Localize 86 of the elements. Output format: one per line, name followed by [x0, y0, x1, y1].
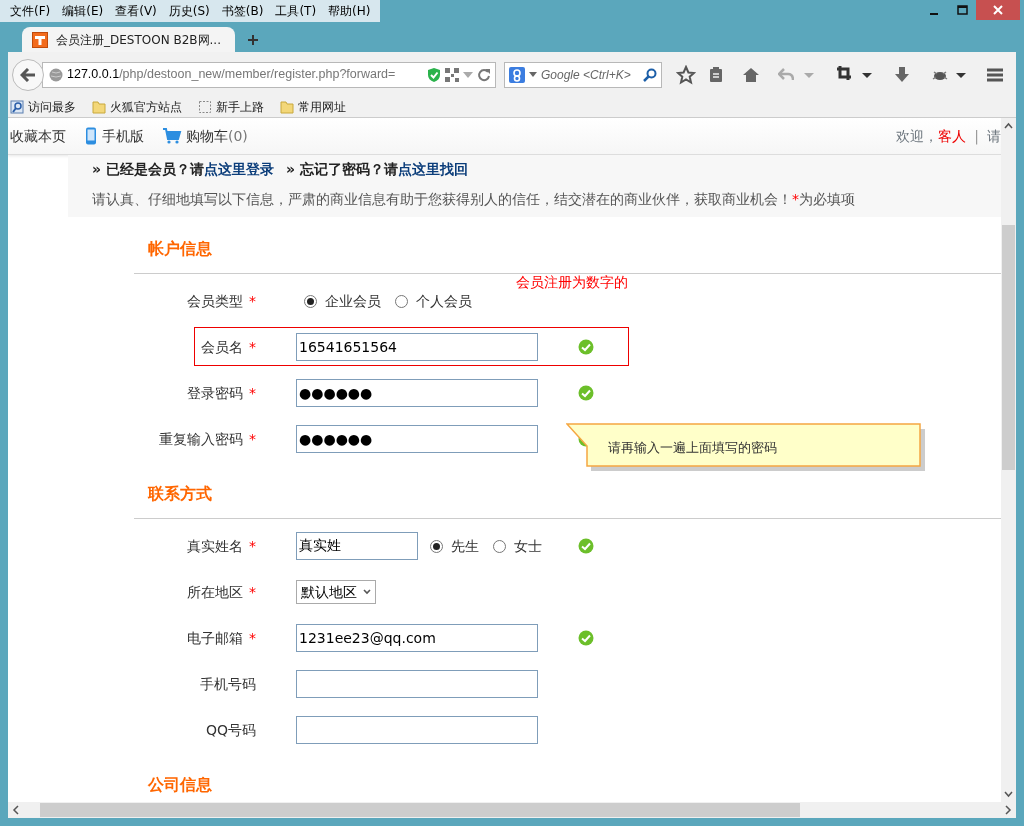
search-placeholder: Google <Ctrl+K> — [541, 66, 632, 84]
section-title: 联系方式 — [134, 472, 1001, 519]
prompt-link[interactable]: 点这里找回 — [397, 161, 468, 177]
site-favicon — [32, 31, 48, 48]
smart-folder-icon — [10, 100, 24, 114]
separator: | — [974, 126, 979, 147]
region-select[interactable]: 默认地区 — [296, 580, 376, 604]
notice-text: 请认真、仔细地填写以下信息，严肃的商业信息有助于您获得别人的信任，结交潜在的商业伙伴，获取商业机会！*为必填项 — [92, 190, 856, 209]
field-label: 电子邮箱 * — [186, 628, 257, 648]
radio-option[interactable]: 女士 — [493, 535, 542, 557]
menu-item[interactable]: 文件(F) — [4, 0, 57, 22]
field-label: 会员名 * — [200, 337, 257, 357]
username-link[interactable]: 客人 — [938, 125, 967, 147]
address-bar[interactable]: 127.0.0.1/php/destoon_new/member/register.php?forward= — [42, 61, 496, 88]
page-icon — [198, 100, 212, 114]
field-label: 真实姓名 * — [186, 536, 257, 556]
scroll-thumb[interactable] — [1002, 225, 1015, 470]
close-button[interactable] — [976, 0, 1020, 20]
back-button[interactable] — [12, 58, 44, 91]
field-label: 手机号码 — [199, 674, 257, 694]
dropdown-icon[interactable] — [529, 71, 537, 78]
bookmark[interactable]: 新手上路 — [198, 98, 264, 116]
search-field[interactable]: Google <Ctrl+K> — [504, 61, 662, 88]
field-label: 重复输入密码 * — [158, 429, 257, 449]
radio-option[interactable]: 企业会员 — [304, 290, 381, 312]
menu-item[interactable]: 编辑(E) — [56, 0, 110, 22]
input-field[interactable]: 1231ee23@qq.com — [296, 624, 538, 652]
radio-button[interactable] — [395, 294, 408, 308]
input-field[interactable]: ●●●●●● — [296, 379, 538, 407]
welcome-text: 欢迎， — [896, 126, 939, 146]
input-field[interactable]: 16541651564 — [296, 333, 538, 361]
vertical-scrollbar[interactable] — [1001, 118, 1016, 802]
annotation-text: 会员注册为数字的 — [516, 273, 628, 292]
login-prompt: » 已经是会员？请点这里登录 — [92, 160, 274, 179]
menu-item[interactable]: 历史(S) — [162, 0, 216, 22]
top-link[interactable]: 手机版 — [84, 125, 144, 147]
menu-item[interactable]: 工具(T) — [269, 0, 323, 22]
top-link[interactable]: 请 — [987, 125, 1001, 147]
minimize-icon — [930, 13, 938, 15]
field-label: 所在地区 * — [186, 582, 257, 602]
close-icon — [993, 5, 1003, 15]
scroll-thumb[interactable] — [40, 803, 800, 817]
phone-icon — [84, 127, 98, 145]
maximize-icon — [956, 5, 968, 15]
top-link[interactable]: 购物车(0) — [162, 125, 248, 147]
radio-button[interactable] — [493, 539, 506, 553]
folder-icon — [92, 100, 106, 114]
radio-option[interactable]: 先生 — [430, 535, 479, 557]
folder-icon — [280, 100, 294, 114]
clipboard-icon[interactable] — [708, 64, 724, 85]
prompt-link[interactable]: 点这里登录 — [203, 161, 274, 177]
search-icon[interactable] — [643, 67, 657, 82]
bookmark[interactable]: 常用网址 — [280, 98, 346, 116]
menu-item[interactable]: 帮助(H) — [322, 0, 377, 22]
login-prompt: » 忘记了密码？请点这里找回 — [285, 160, 468, 179]
bookmark[interactable]: 火狐官方站点 — [92, 98, 182, 116]
globe-icon — [49, 67, 63, 82]
input-field[interactable]: ●●●●●● — [296, 425, 538, 453]
horizontal-scrollbar[interactable] — [8, 802, 1016, 818]
radio-option[interactable]: 个人会员 — [395, 290, 472, 312]
field-label: 会员类型 * — [186, 291, 257, 311]
input-field[interactable] — [296, 670, 538, 698]
chevron-down-icon — [363, 589, 371, 595]
qr-code-icon — [445, 67, 459, 82]
input-field[interactable] — [296, 716, 538, 744]
radio-button[interactable] — [304, 294, 317, 308]
cart-icon — [162, 127, 182, 145]
top-link[interactable]: 收藏本页 — [10, 125, 66, 147]
input-field[interactable]: 真实姓 — [296, 532, 418, 560]
tab-title: 会员注册_DESTOON B2B网... — [56, 31, 221, 49]
back-arrow-icon — [20, 67, 36, 82]
search-engine-icon — [509, 66, 525, 83]
star-icon[interactable] — [676, 64, 696, 85]
section-title: 帐户信息 — [134, 227, 1001, 274]
menu-item[interactable]: 查看(V) — [109, 0, 163, 22]
reload-icon[interactable] — [477, 67, 491, 82]
radio-button[interactable] — [430, 539, 443, 553]
field-label: 登录密码 * — [186, 383, 257, 403]
shield-icon — [427, 66, 441, 83]
field-label: QQ号码 — [204, 720, 257, 740]
tooltip: 请再输入一遍上面填写的密码 — [566, 422, 926, 470]
browser-tab[interactable]: 会员注册_DESTOON B2B网... — [22, 27, 235, 52]
menu-item[interactable]: 书签(B) — [215, 0, 270, 22]
bookmark[interactable]: 访问最多 — [10, 98, 76, 116]
new-tab-icon[interactable] — [247, 34, 259, 46]
url-text: 127.0.0.1/php/destoon_new/member/register.php?forward= — [67, 66, 397, 84]
